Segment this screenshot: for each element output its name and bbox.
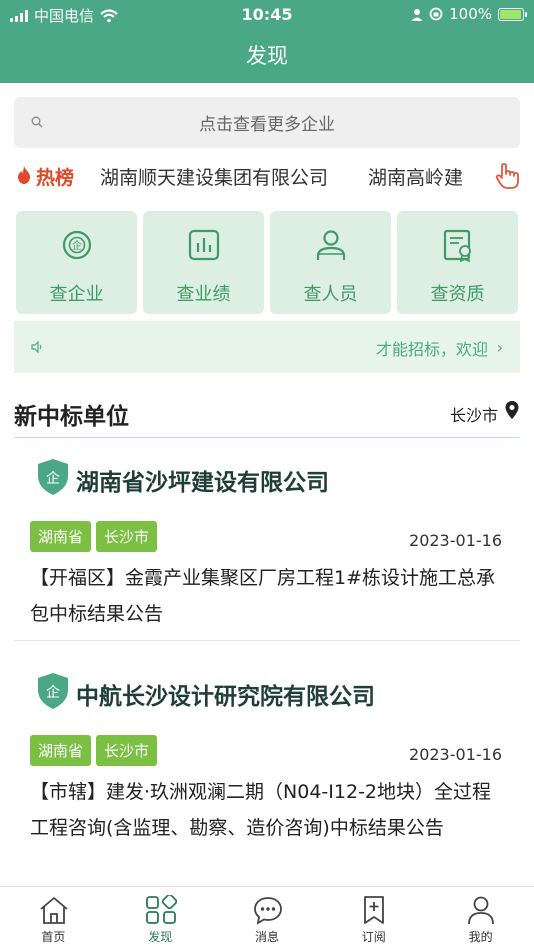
notice-bar[interactable]: 才能招标，欢迎 ›: [14, 321, 520, 373]
region-tag-province: 湖南省: [30, 521, 92, 552]
page-title: 发现: [246, 44, 288, 68]
hot-label: 热榜: [36, 167, 75, 189]
app-header: 中国电信 10:45 100% 发现: [0, 0, 534, 83]
svg-text:企: 企: [72, 239, 82, 252]
tap-hand-icon[interactable]: [494, 162, 520, 190]
search-placeholder: 点击查看更多企业: [199, 115, 335, 135]
profile-icon: [468, 896, 495, 925]
certificate-icon: [443, 229, 471, 262]
menu-query-qualification[interactable]: 查资质: [397, 211, 518, 314]
tab-label: 首页: [41, 930, 66, 944]
divider: [14, 640, 520, 641]
person-status-icon: [411, 8, 423, 21]
battery-percent: 100%: [449, 5, 492, 23]
tab-discover[interactable]: 发现: [107, 887, 214, 950]
chevron-right-icon: ›: [496, 338, 503, 357]
bid-description[interactable]: 【市辖】建发·玖洲观澜二期（N04-I12-2地块）全过程工程咨询(含监理、勘察…: [30, 774, 500, 846]
menu-label: 查企业: [49, 284, 104, 305]
bid-description[interactable]: 【开福区】金霞产业集聚区厂房工程1#栋设计施工总承包中标结果公告: [30, 560, 500, 632]
company-name[interactable]: 湖南省沙坪建设有限公司: [76, 463, 329, 497]
rotation-lock-icon: [429, 7, 443, 21]
hot-ticker[interactable]: 湖南顺天建设集团有限公司 湖南高岭建: [100, 163, 484, 191]
bottom-tab-bar: 首页 发现 消息 订阅 我的: [0, 886, 534, 950]
tab-label: 我的: [468, 930, 493, 944]
section-title: 新中标单位: [14, 404, 129, 430]
region-tags: 湖南省 长沙市: [30, 735, 158, 766]
battery-icon: [498, 7, 527, 21]
winner-card[interactable]: 企 中航长沙设计研究院有限公司 湖南省 长沙市 2023-01-16 【市辖】建…: [14, 666, 520, 886]
winner-card[interactable]: 企 湖南省沙坪建设有限公司 湖南省 长沙市 2023-01-16 【开福区】金霞…: [14, 452, 520, 640]
city-selector[interactable]: 长沙市: [450, 402, 498, 426]
quick-menu: 企 查企业 查业绩 查人员 查资质: [16, 211, 518, 314]
fire-icon: [18, 166, 30, 184]
hot-ranking-bar[interactable]: 热榜 湖南顺天建设集团有限公司 湖南高岭建: [14, 158, 520, 196]
performance-chart-icon: [188, 229, 220, 261]
tab-label: 消息: [254, 930, 279, 944]
tab-home[interactable]: 首页: [0, 887, 107, 950]
company-name[interactable]: 中航长沙设计研究院有限公司: [76, 677, 375, 711]
enterprise-badge-icon: 企: [38, 673, 68, 709]
tab-subscribe[interactable]: 订阅: [320, 887, 427, 950]
home-icon: [40, 897, 68, 924]
menu-label: 查人员: [303, 284, 358, 305]
message-icon: [253, 897, 282, 925]
discover-icon: [145, 895, 177, 924]
menu-label: 查资质: [430, 284, 485, 305]
subscribe-icon: [364, 896, 385, 924]
region-tag-city: 长沙市: [96, 521, 158, 552]
tab-label: 发现: [148, 930, 173, 944]
region-tag-province: 湖南省: [30, 735, 92, 766]
svg-text:企: 企: [46, 470, 60, 487]
hot-item[interactable]: 湖南顺天建设集团有限公司: [100, 163, 328, 190]
search-icon: [31, 116, 43, 128]
svg-text:企: 企: [46, 684, 60, 701]
publish-date: 2023-01-16: [409, 531, 502, 550]
enterprise-badge-icon: 企: [38, 459, 68, 495]
menu-label: 查业绩: [176, 284, 231, 305]
menu-query-enterprise[interactable]: 企 查企业: [16, 211, 137, 314]
status-bar: 中国电信 10:45 100%: [0, 0, 534, 28]
tab-messages[interactable]: 消息: [214, 887, 321, 950]
publish-date: 2023-01-16: [409, 745, 502, 764]
region-tag-city: 长沙市: [96, 735, 158, 766]
location-pin-icon[interactable]: [504, 400, 520, 420]
menu-query-performance[interactable]: 查业绩: [143, 211, 264, 314]
section-header: 新中标单位 长沙市: [14, 395, 520, 438]
menu-query-personnel[interactable]: 查人员: [270, 211, 391, 314]
region-tags: 湖南省 长沙市: [30, 521, 158, 552]
hot-item[interactable]: 湖南高岭建: [368, 163, 463, 190]
enterprise-icon: 企: [62, 230, 92, 260]
notice-text: 才能招标，欢迎: [375, 340, 488, 359]
person-icon: [316, 230, 346, 260]
tab-label: 订阅: [361, 930, 386, 944]
tab-profile[interactable]: 我的: [427, 887, 534, 950]
speaker-icon: [31, 341, 42, 353]
search-bar[interactable]: 点击查看更多企业: [14, 97, 520, 148]
